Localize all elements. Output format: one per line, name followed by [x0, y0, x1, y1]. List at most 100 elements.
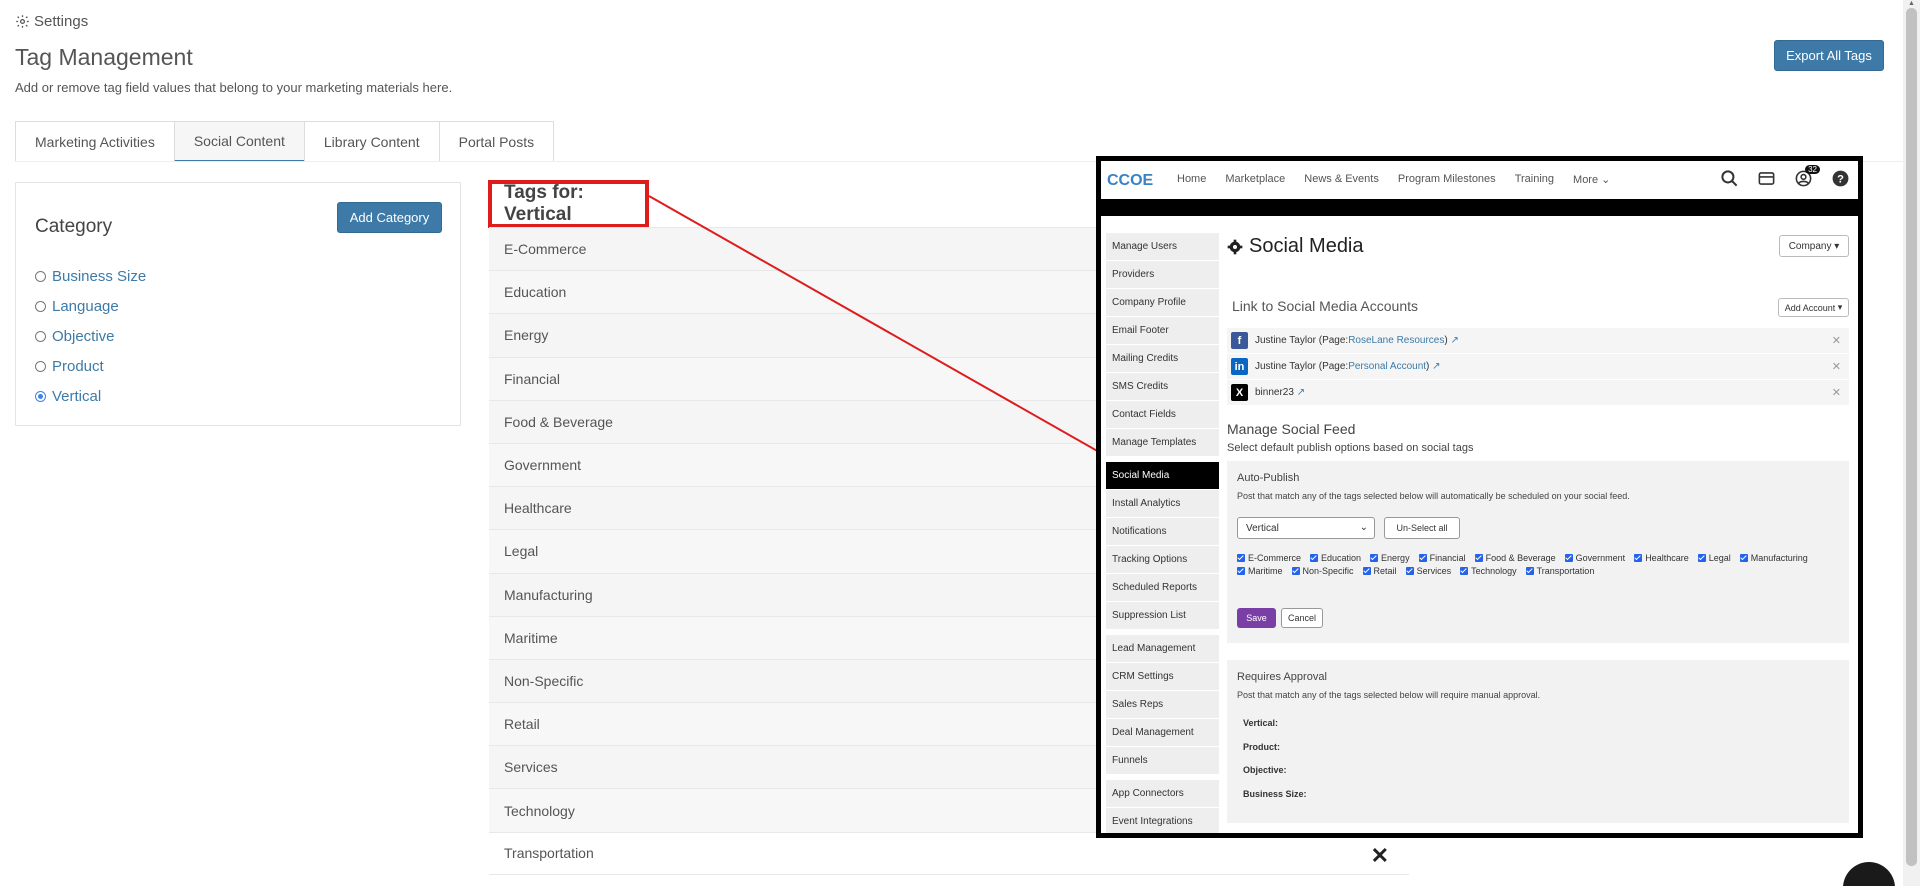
sidebar-item-tracking-options[interactable]: Tracking Options [1106, 546, 1219, 574]
checkbox-checked[interactable] [1370, 554, 1379, 562]
tag-checkbox[interactable]: Government [1564, 553, 1625, 563]
category-option-vertical[interactable]: Vertical [35, 381, 146, 411]
category-option-product[interactable]: Product [35, 351, 146, 381]
company-label[interactable]: Company [1789, 241, 1832, 252]
sidebar-item-lead-management[interactable]: Lead Management [1106, 635, 1219, 663]
checkbox-checked[interactable] [1739, 554, 1748, 562]
tag-checkbox[interactable]: Manufacturing [1739, 553, 1808, 563]
sidebar-item-deal-management[interactable]: Deal Management [1106, 719, 1219, 747]
add-account-dropdown[interactable]: Add Account ▾ [1778, 298, 1849, 317]
close-icon[interactable]: ✕ [1832, 360, 1841, 373]
add-category-button[interactable]: Add Category [337, 202, 442, 233]
checkbox-checked[interactable] [1291, 567, 1300, 575]
category-label[interactable]: Objective [52, 328, 115, 345]
category-label[interactable]: Business Size [52, 268, 146, 285]
checkbox-checked[interactable] [1362, 567, 1371, 575]
external-link-icon[interactable]: ↗ [1297, 387, 1305, 398]
category-option-objective[interactable]: Objective [35, 321, 146, 351]
tag-checkbox[interactable]: Transportation [1525, 566, 1594, 576]
external-link-icon[interactable]: ↗ [1451, 335, 1459, 346]
sidebar-item-scheduled-reports[interactable]: Scheduled Reports [1106, 574, 1219, 602]
checkbox-checked[interactable] [1418, 554, 1427, 562]
sidebar-item-mailing-credits[interactable]: Mailing Credits [1106, 345, 1219, 373]
radio-unchecked[interactable] [35, 270, 46, 282]
tag-checkbox[interactable]: Retail [1362, 566, 1397, 576]
tag-checkbox[interactable]: Energy [1370, 553, 1410, 563]
sidebar-item-email-footer[interactable]: Email Footer [1106, 317, 1219, 345]
tag-checkbox[interactable]: E-Commerce [1237, 553, 1301, 563]
save-button[interactable]: Save [1237, 608, 1276, 628]
sidebar-item-sales-reps[interactable]: Sales Reps [1106, 691, 1219, 719]
tag-checkbox[interactable]: Non-Specific [1291, 566, 1354, 576]
sidebar-item-sms-credits[interactable]: SMS Credits [1106, 373, 1219, 401]
sidebar-item-funnels[interactable]: Funnels [1106, 747, 1219, 775]
category-label[interactable]: Product [52, 358, 104, 375]
checkbox-checked[interactable] [1474, 554, 1483, 562]
chat-widget-button[interactable] [1843, 862, 1895, 886]
nav-marketplace[interactable]: Marketplace [1225, 173, 1285, 186]
tag-checkbox[interactable]: Healthcare [1634, 553, 1689, 563]
checkbox-checked[interactable] [1237, 567, 1245, 575]
radio-unchecked[interactable] [35, 300, 46, 312]
scrollbar-thumb[interactable] [1906, 8, 1917, 866]
checkbox-checked[interactable] [1310, 554, 1319, 562]
checkbox-checked[interactable] [1460, 567, 1469, 575]
scroll-up-arrow[interactable]: ▲ [1906, 0, 1917, 8]
nav-more-label[interactable]: More [1573, 174, 1598, 186]
tag-checkbox[interactable]: Technology [1460, 566, 1517, 576]
search-icon[interactable] [1720, 169, 1739, 188]
nav-home[interactable]: Home [1177, 173, 1206, 186]
help-icon[interactable]: ? [1831, 169, 1850, 188]
account-page-link[interactable]: binner23 [1255, 387, 1294, 398]
sidebar-item-app-connectors[interactable]: App Connectors [1106, 780, 1219, 808]
checkbox-checked[interactable] [1405, 567, 1414, 575]
sidebar-item-social-media[interactable]: Social Media [1106, 462, 1219, 490]
tag-checkbox[interactable]: Financial [1418, 553, 1466, 563]
sidebar-item-suppression-list[interactable]: Suppression List [1106, 602, 1219, 630]
nav-training[interactable]: Training [1515, 173, 1554, 186]
checkbox-checked[interactable] [1525, 567, 1534, 575]
sidebar-item-manage-templates[interactable]: Manage Templates [1106, 429, 1219, 457]
category-option-business-size[interactable]: Business Size [35, 261, 146, 291]
tag-checkbox[interactable]: Maritime [1237, 566, 1283, 576]
checkbox-checked[interactable] [1697, 554, 1706, 562]
nav-news-events[interactable]: News & Events [1304, 173, 1379, 186]
select-value[interactable]: Vertical [1246, 523, 1279, 534]
tag-category-select[interactable]: Vertical ⌄ [1237, 517, 1375, 539]
close-icon[interactable]: ✕ [1832, 386, 1841, 399]
sidebar-item-notifications[interactable]: Notifications [1106, 518, 1219, 546]
tag-checkbox[interactable]: Food & Beverage [1474, 553, 1556, 563]
tab-library-content[interactable]: Library Content [303, 121, 439, 162]
sidebar-item-crm-settings[interactable]: CRM Settings [1106, 663, 1219, 691]
sidebar-item-manage-users[interactable]: Manage Users [1106, 233, 1219, 261]
external-link-icon[interactable]: ↗ [1432, 361, 1440, 372]
sidebar-item-install-analytics[interactable]: Install Analytics [1106, 490, 1219, 518]
unselect-all-button[interactable]: Un-Select all [1384, 517, 1460, 539]
radio-checked[interactable] [35, 390, 46, 402]
checkbox-checked[interactable] [1237, 554, 1245, 562]
tag-checkbox[interactable]: Education [1310, 553, 1361, 563]
close-icon[interactable]: ✕ [1371, 843, 1389, 869]
sidebar-item-contact-fields[interactable]: Contact Fields [1106, 401, 1219, 429]
tab-marketing-activities[interactable]: Marketing Activities [15, 121, 174, 162]
breadcrumb[interactable]: Settings [15, 13, 88, 30]
export-all-tags-button[interactable]: Export All Tags [1774, 40, 1884, 71]
category-label[interactable]: Language [52, 298, 119, 315]
category-label[interactable]: Vertical [52, 388, 101, 405]
tab-portal-posts[interactable]: Portal Posts [438, 121, 555, 162]
close-icon[interactable]: ✕ [1832, 334, 1841, 347]
tag-row-transportation[interactable]: Transportation ✕ [489, 831, 1409, 875]
sidebar-item-event-integrations[interactable]: Event Integrations [1106, 808, 1219, 833]
category-option-language[interactable]: Language [35, 291, 146, 321]
nav-program-milestones[interactable]: Program Milestones [1398, 173, 1496, 186]
nav-more[interactable]: More ⌄ [1573, 173, 1610, 186]
company-dropdown[interactable]: Company ▾ [1779, 235, 1849, 257]
sidebar-item-company-profile[interactable]: Company Profile [1106, 289, 1219, 317]
credit-card-icon[interactable] [1757, 169, 1776, 188]
add-account-label[interactable]: Add Account [1785, 303, 1836, 313]
tab-social-content[interactable]: Social Content [173, 121, 304, 162]
cancel-button[interactable]: Cancel [1281, 608, 1323, 628]
breadcrumb-label[interactable]: Settings [34, 13, 88, 30]
account-page-link[interactable]: RoseLane Resources [1348, 335, 1444, 346]
user-menu[interactable]: 32 [1794, 165, 1820, 188]
